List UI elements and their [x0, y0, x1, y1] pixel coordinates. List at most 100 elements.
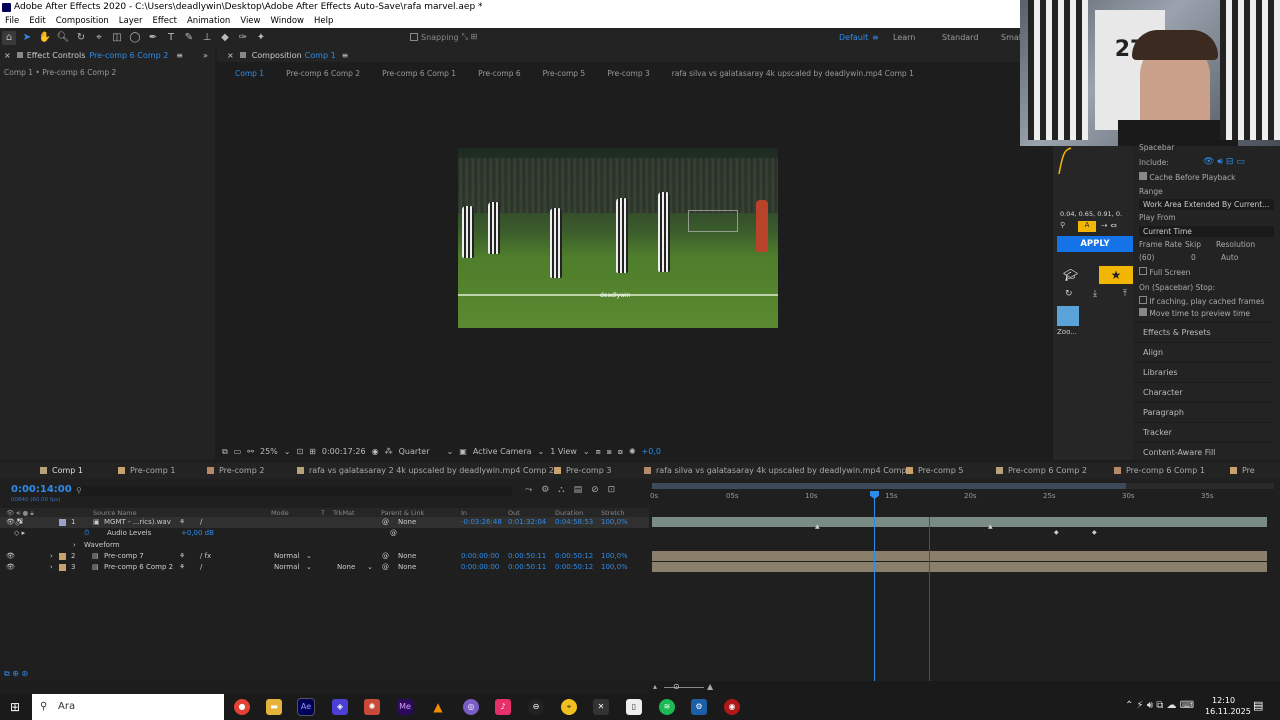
close-icon[interactable]: ×: [4, 51, 11, 60]
rotate-tool-icon[interactable]: ↻: [74, 31, 88, 45]
preset-thumbnail[interactable]: [1057, 306, 1079, 326]
notepad-icon[interactable]: ▯: [626, 699, 642, 715]
column-source-name[interactable]: Source Name: [93, 509, 137, 517]
toggle-pixel-icon[interactable]: ⧈: [596, 447, 601, 457]
range-select[interactable]: Work Area Extended By Current...: [1139, 199, 1274, 210]
workspace-default[interactable]: Default: [839, 33, 868, 42]
lock-icon[interactable]: [239, 52, 246, 58]
zoom-select[interactable]: 25%: [260, 447, 278, 456]
expand-arrow-icon[interactable]: ›: [50, 552, 53, 560]
composition-title[interactable]: Composition: [252, 51, 302, 60]
zoom-tool-icon[interactable]: 🔍︎: [56, 31, 70, 45]
workspace-learn[interactable]: Learn: [893, 33, 915, 42]
column-mode[interactable]: Mode: [271, 509, 289, 517]
workspace-standard[interactable]: Standard: [942, 33, 978, 42]
shy-switch-icon[interactable]: ⚘: [179, 552, 185, 560]
timeline-tab[interactable]: rafa vs galatasaray 2 4k upscaled by dea…: [297, 466, 554, 475]
current-timecode[interactable]: 0:00:17:26: [322, 447, 366, 456]
precomp-layer-bar[interactable]: [652, 562, 1267, 572]
audio-levels-value[interactable]: +0,00 dB: [181, 529, 214, 537]
current-time-indicator[interactable]: [874, 491, 875, 681]
draft-3d-icon[interactable]: ⚙: [541, 485, 549, 495]
work-area-bar[interactable]: [652, 483, 1274, 489]
layer-name[interactable]: MGMT - ...rics).wav: [104, 518, 171, 526]
mode-select[interactable]: Normal: [274, 563, 299, 571]
panel-menu-icon[interactable]: ≡: [342, 51, 349, 60]
column-parent[interactable]: Parent & Link: [381, 509, 424, 517]
app-icon[interactable]: ⊖: [528, 699, 544, 715]
vpn-shield-icon[interactable]: ◈: [332, 699, 348, 715]
zoom-in-icon[interactable]: ▲: [707, 682, 713, 691]
timeline-tab[interactable]: Pre-comp 1: [118, 466, 175, 475]
pen-tool-icon[interactable]: ✒: [146, 31, 160, 45]
timeline-tab[interactable]: Pre-comp 2: [207, 466, 264, 475]
import-icon[interactable]: ⤓: [1093, 289, 1097, 299]
chrome-icon[interactable]: ●: [234, 699, 250, 715]
keyframe-diamond[interactable]: ◆: [1092, 529, 1097, 536]
chevron-down-icon[interactable]: ⌄: [447, 447, 454, 456]
panel-menu-icon[interactable]: ≡: [176, 51, 183, 60]
lock-icon[interactable]: [16, 52, 23, 58]
always-preview-icon[interactable]: ⧉: [222, 447, 228, 457]
frame-rate-select[interactable]: (60): [1139, 253, 1154, 262]
keyframe-marker[interactable]: ▲: [988, 523, 993, 530]
workspace-menu-icon[interactable]: ≡: [872, 33, 879, 42]
breadcrumb-item[interactable]: Pre-comp 3: [607, 69, 650, 78]
timeline-toggle-icons[interactable]: ⧉ ⊕ ⊛: [4, 669, 28, 679]
skip-select[interactable]: 0: [1191, 253, 1196, 262]
label-color-swatch[interactable]: [59, 564, 66, 571]
panel-effects-presets[interactable]: Effects & Presets: [1133, 322, 1275, 341]
chevron-down-icon[interactable]: ⌄: [284, 447, 291, 456]
label-color-swatch[interactable]: [59, 553, 66, 560]
trkmat-select[interactable]: None: [337, 563, 355, 571]
breadcrumb-item[interactable]: Pre-comp 6 Comp 1: [382, 69, 456, 78]
composition-viewer[interactable]: deadlywin: [458, 148, 778, 328]
view-options-icon[interactable]: ⚯: [247, 447, 254, 456]
apply-button[interactable]: APPLY: [1057, 236, 1133, 252]
layer-stretch[interactable]: 100,0%: [601, 552, 628, 560]
layer-row[interactable]: 👁︎🔊︎ 1 ▣ MGMT - ...rics).wav ⚘ / @ None …: [0, 517, 649, 528]
view-layout-select[interactable]: 1 View: [550, 447, 577, 456]
full-screen-option[interactable]: Full Screen: [1139, 267, 1190, 277]
property-row[interactable]: › Waveform: [0, 540, 649, 551]
snapping-options-icon[interactable]: ⤡ ⊞: [462, 32, 478, 42]
audio-layer-bar[interactable]: [652, 517, 1267, 527]
column-trkmat[interactable]: TrkMat: [333, 509, 355, 517]
layer-in[interactable]: -0:03:26:48: [461, 518, 502, 526]
layer-search-input[interactable]: ⚲: [72, 486, 512, 496]
layer-out[interactable]: 0:00:50:11: [508, 563, 546, 571]
expression-pickwhip-icon[interactable]: @: [390, 529, 397, 537]
play-from-select[interactable]: Current Time: [1139, 226, 1274, 237]
flowchart-icon[interactable]: ⧇: [618, 447, 623, 457]
parent-select[interactable]: None: [398, 552, 416, 560]
eraser-tool-icon[interactable]: ◆: [218, 31, 232, 45]
chevron-down-icon[interactable]: ⌄: [538, 447, 545, 456]
shy-layers-icon[interactable]: ⛬: [558, 485, 564, 495]
parent-pickwhip-icon[interactable]: @: [382, 518, 389, 526]
snapshot-icon[interactable]: ◉: [372, 447, 379, 456]
export-icon[interactable]: ⤒: [1123, 289, 1127, 299]
cache-before-playback-option[interactable]: Cache Before Playback: [1139, 172, 1235, 182]
timeline-tab[interactable]: Comp 1: [40, 466, 83, 475]
menu-edit[interactable]: Edit: [24, 15, 50, 28]
spotify-icon[interactable]: ≋: [659, 699, 675, 715]
menu-window[interactable]: Window: [265, 15, 309, 28]
column-out[interactable]: Out: [508, 509, 520, 517]
graduation-cap-icon[interactable]: 🎓︎: [1063, 268, 1078, 282]
layer-duration[interactable]: 0:04:58:53: [555, 518, 593, 526]
pan-behind-tool-icon[interactable]: ◫: [110, 31, 124, 45]
star-icon[interactable]: ★: [1099, 266, 1133, 284]
breadcrumb-item[interactable]: rafa silva vs galatasaray 4k upscaled by…: [672, 69, 914, 78]
file-explorer-icon[interactable]: ▬: [266, 699, 282, 715]
panel-character[interactable]: Character: [1133, 382, 1275, 401]
ease-tool-icon[interactable]: ⚲: [1060, 221, 1074, 232]
layer-name[interactable]: Pre-comp 6 Comp 2: [104, 563, 173, 571]
after-effects-taskbar-icon[interactable]: Ae: [297, 698, 315, 716]
layer-name[interactable]: Pre-comp 7: [104, 552, 144, 560]
mode-select[interactable]: Normal: [274, 552, 299, 560]
exposure-value[interactable]: +0,0: [642, 447, 661, 456]
motion-blur-icon[interactable]: ⊘: [591, 485, 599, 495]
timeline-tab[interactable]: Pre-comp 3: [554, 466, 611, 475]
type-tool-icon[interactable]: T: [164, 31, 178, 45]
keyframe-nav-icon[interactable]: ◇ ▸: [14, 529, 25, 537]
